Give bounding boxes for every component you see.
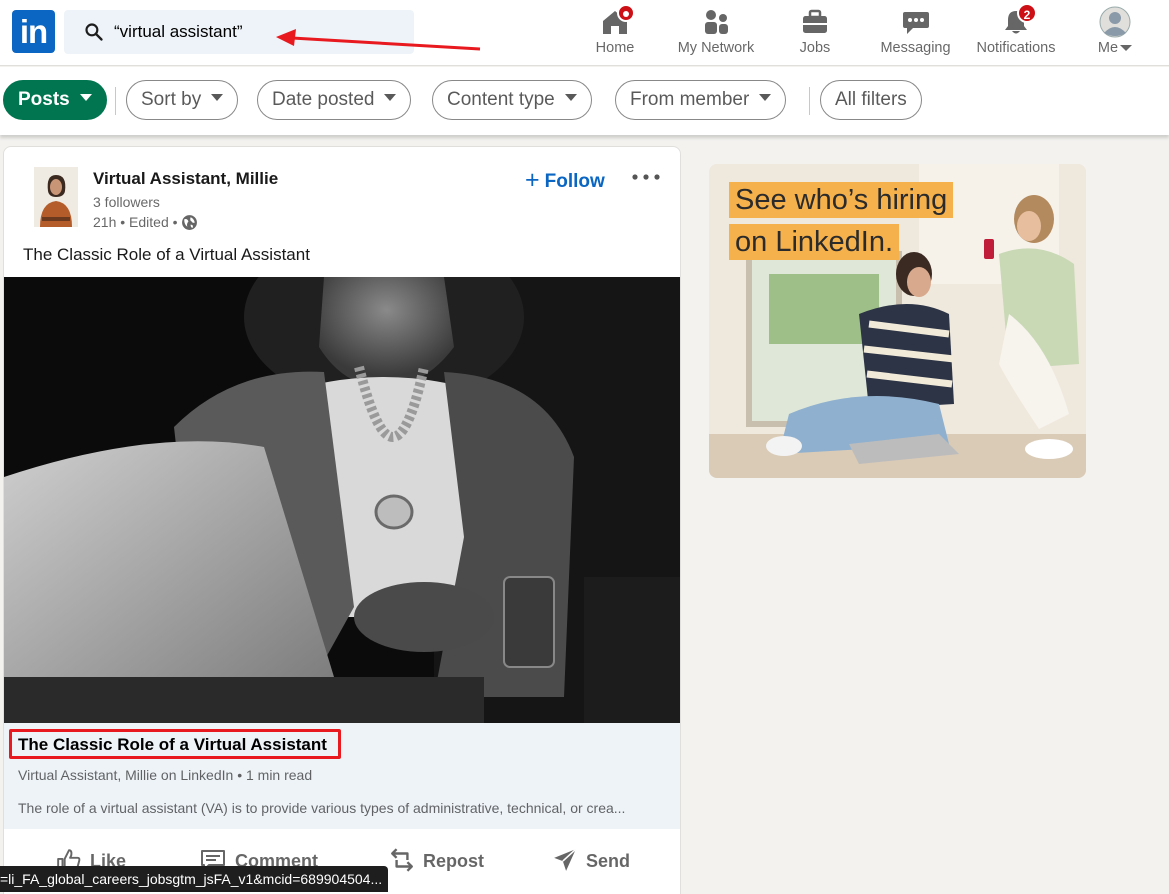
search-filter-bar: Posts Sort by Date posted Content type F…: [0, 67, 1169, 135]
nav-home-label: Home: [595, 40, 635, 56]
filter-posts[interactable]: Posts: [3, 80, 107, 120]
nav-notifications[interactable]: 2 Notifications: [970, 0, 1062, 66]
chevron-down-icon: [79, 94, 92, 102]
briefcase-icon: [803, 9, 827, 33]
repost-label: Repost: [423, 850, 485, 871]
nav-notifications-label: Notifications: [976, 40, 1056, 56]
follow-label: Follow: [544, 171, 605, 192]
article-subtitle: Virtual Assistant, Millie on LinkedIn • …: [18, 767, 313, 783]
chevron-down-icon: [759, 94, 772, 102]
globe-icon: [181, 214, 197, 230]
plus-icon: +: [525, 166, 540, 194]
nav-messaging[interactable]: Messaging: [873, 0, 958, 66]
nav-jobs[interactable]: Jobs: [785, 0, 845, 66]
article-description: The role of a virtual assistant (VA) is …: [18, 800, 626, 816]
filter-divider: [115, 87, 116, 115]
chevron-down-icon: [211, 94, 224, 102]
woman-laptop-photo-icon: [4, 277, 680, 723]
sidebar-ad[interactable]: See who’s hiring on LinkedIn.: [709, 164, 1086, 478]
send-label: Send: [586, 850, 631, 871]
more-options-icon[interactable]: [629, 171, 663, 183]
search-icon: [85, 23, 103, 41]
author-avatar[interactable]: [34, 167, 78, 227]
message-icon: [902, 12, 929, 34]
filter-from-member[interactable]: From member: [615, 80, 787, 120]
chevron-down-icon: [1120, 45, 1133, 51]
notifications-count-badge: 2: [1017, 3, 1037, 23]
filter-content-type[interactable]: Content type: [432, 80, 592, 120]
filter-date-posted[interactable]: Date posted: [257, 80, 412, 120]
ad-headline-line1: See who’s hiring: [729, 182, 954, 218]
global-nav: in Home My Network: [0, 0, 1169, 66]
annotation-arrow-icon: [276, 29, 481, 51]
linkedin-logo[interactable]: in: [12, 10, 55, 53]
post-card: Virtual Assistant, Millie 3 followers 21…: [3, 146, 681, 894]
post-meta: 21h • Edited •: [93, 214, 198, 232]
filter-sort-by[interactable]: Sort by: [126, 80, 239, 120]
follow-button[interactable]: + Follow: [525, 165, 605, 194]
post-meta-text: 21h • Edited •: [93, 214, 178, 230]
filter-content-type-label: Content type: [447, 89, 555, 110]
ad-headline-line2: on LinkedIn.: [729, 224, 900, 260]
nav-my-network[interactable]: My Network: [670, 0, 762, 66]
filter-all-filters[interactable]: All filters: [820, 80, 922, 120]
filter-date-posted-label: Date posted: [272, 89, 375, 110]
annotation-highlight-box: [9, 729, 341, 759]
nav-me-wrap: Me: [1085, 40, 1145, 56]
author-name[interactable]: Virtual Assistant, Millie: [93, 169, 278, 189]
repost-icon: [391, 848, 413, 872]
filter-sort-by-label: Sort by: [141, 89, 202, 110]
filter-from-member-label: From member: [630, 89, 750, 110]
home-notification-dot: [617, 4, 635, 22]
chevron-down-icon: [384, 94, 397, 102]
filter-divider: [809, 87, 810, 115]
people-icon: [705, 10, 728, 34]
repost-button[interactable]: Repost: [389, 837, 484, 887]
nav-me[interactable]: Me: [1085, 0, 1145, 66]
nav-my-network-label: My Network: [677, 40, 755, 56]
nav-jobs-label: Jobs: [799, 40, 831, 56]
send-button[interactable]: Send: [552, 837, 630, 887]
post-commentary: The Classic Role of a Virtual Assistant: [23, 245, 310, 264]
filter-posts-label: Posts: [18, 89, 70, 110]
article-cover-image[interactable]: [4, 277, 680, 723]
send-icon: [554, 848, 577, 871]
chevron-down-icon: [564, 94, 577, 102]
author-photo-icon: [34, 167, 78, 227]
author-followers: 3 followers: [93, 194, 160, 210]
nav-me-label: Me: [1097, 40, 1119, 56]
avatar-icon: [1099, 6, 1131, 38]
status-url-tooltip: =li_FA_global_careers_jobsgtm_jsFA_v1&mc…: [0, 866, 389, 892]
nav-messaging-label: Messaging: [880, 40, 951, 56]
filter-all-filters-label: All filters: [835, 89, 907, 110]
nav-home[interactable]: Home: [585, 0, 645, 66]
